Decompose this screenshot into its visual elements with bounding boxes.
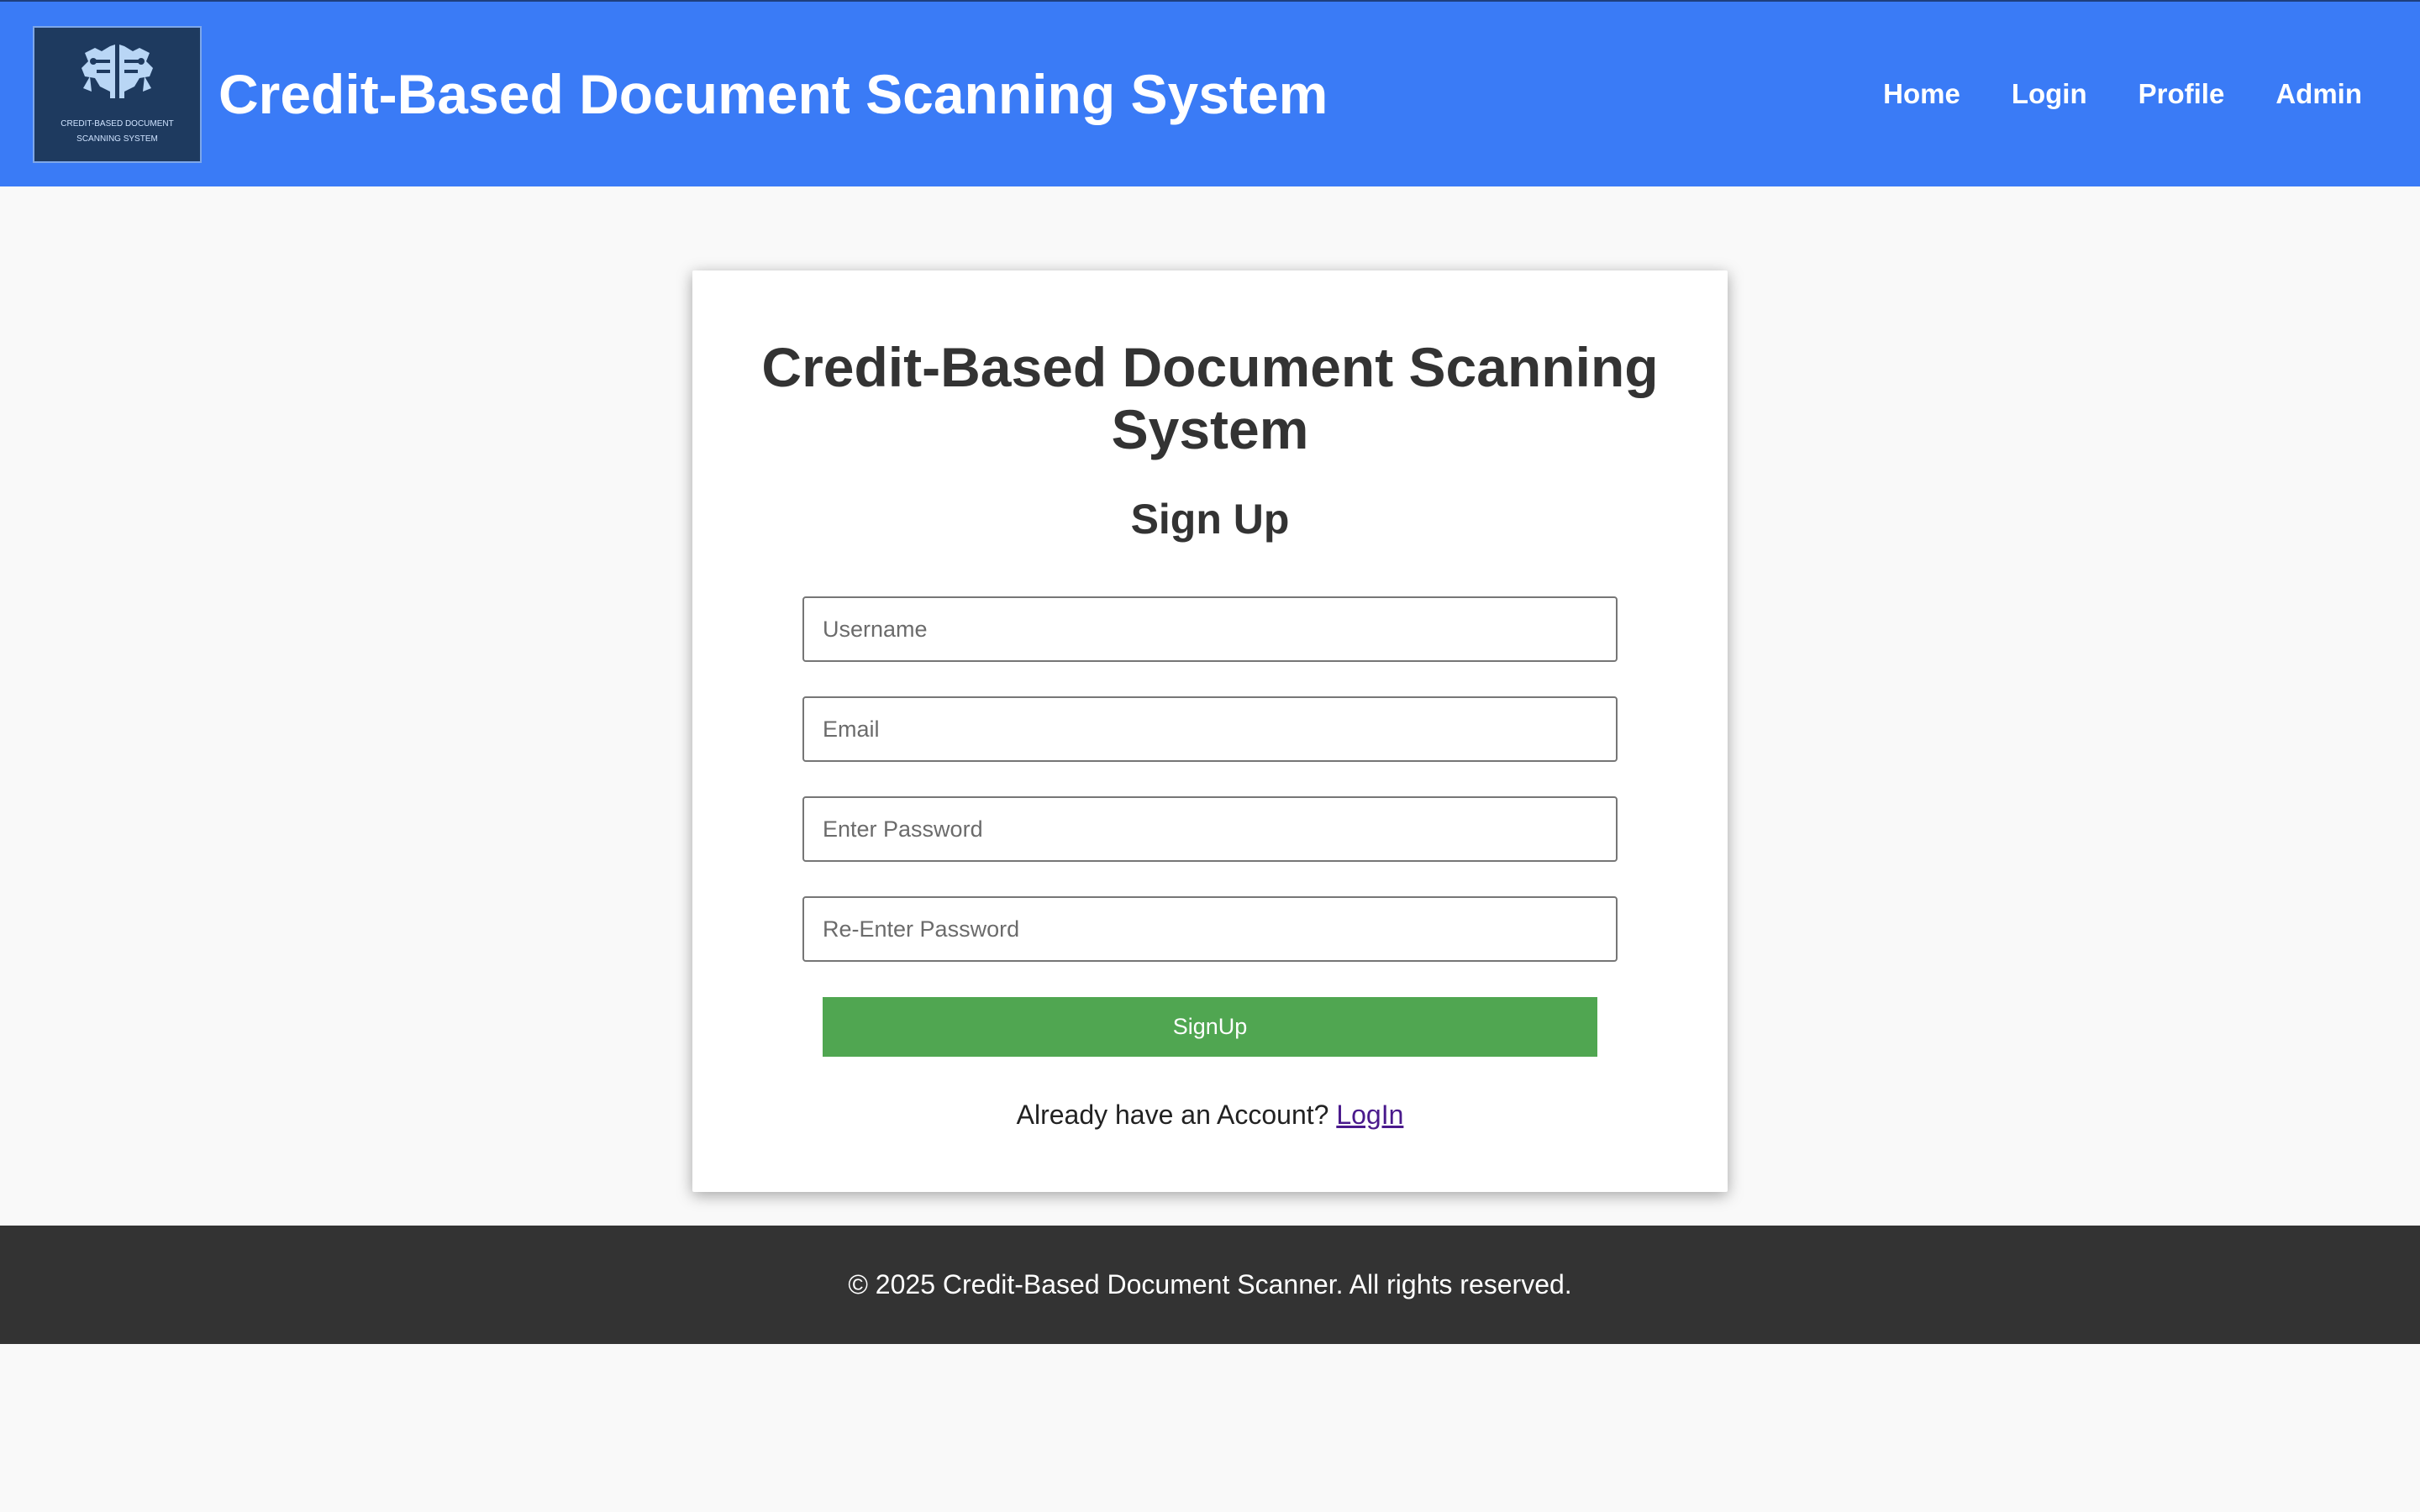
card-title: Credit-Based Document Scanning System xyxy=(761,336,1659,460)
login-link[interactable]: LogIn xyxy=(1336,1100,1403,1130)
site-title: Credit-Based Document Scanning System xyxy=(218,63,1328,125)
footer-copyright: © 2025 Credit-Based Document Scanner. Al… xyxy=(848,1269,1572,1299)
site-logo[interactable]: CREDIT-BASED DOCUMENT SCANNING SYSTEM xyxy=(33,26,202,163)
main-nav: Home Login Profile Admin xyxy=(1883,69,2362,119)
reenter-password-input[interactable] xyxy=(802,896,1618,962)
site-header: CREDIT-BASED DOCUMENT SCANNING SYSTEM Cr… xyxy=(0,0,2420,186)
password-input[interactable] xyxy=(802,796,1618,862)
logo-text-line1: CREDIT-BASED DOCUMENT xyxy=(60,119,174,129)
signup-heading: Sign Up xyxy=(1130,496,1290,543)
email-input[interactable] xyxy=(802,696,1618,762)
login-prompt-text: Already have an Account? xyxy=(1016,1100,1329,1130)
nav-login-link[interactable]: Login xyxy=(2012,69,2087,119)
logo-text-line2: SCANNING SYSTEM xyxy=(76,134,158,144)
nav-home-link[interactable]: Home xyxy=(1883,69,1960,119)
username-input[interactable] xyxy=(802,596,1618,662)
site-footer: © 2025 Credit-Based Document Scanner. Al… xyxy=(0,1226,2420,1344)
nav-profile-link[interactable]: Profile xyxy=(2139,69,2225,119)
nav-admin-link[interactable]: Admin xyxy=(2275,69,2362,119)
signup-button[interactable]: SignUp xyxy=(823,997,1597,1057)
signup-card: Credit-Based Document Scanning System Si… xyxy=(692,270,1728,1192)
login-prompt: Already have an Account? LogIn xyxy=(692,1096,1728,1133)
